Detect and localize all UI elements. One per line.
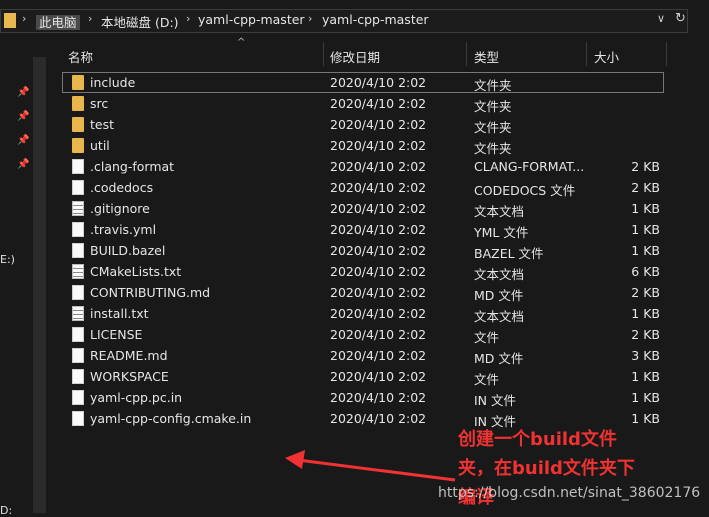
annotation-arrow-line bbox=[297, 458, 456, 482]
annotation-line-1: 创建一个build文件 bbox=[458, 429, 617, 450]
watermark: https://blog.csdn.net/sinat_38602176 bbox=[438, 485, 701, 501]
annotation-arrow-head bbox=[285, 450, 305, 469]
annotation-line-2: 夹，在build文件夹下 bbox=[458, 458, 635, 479]
